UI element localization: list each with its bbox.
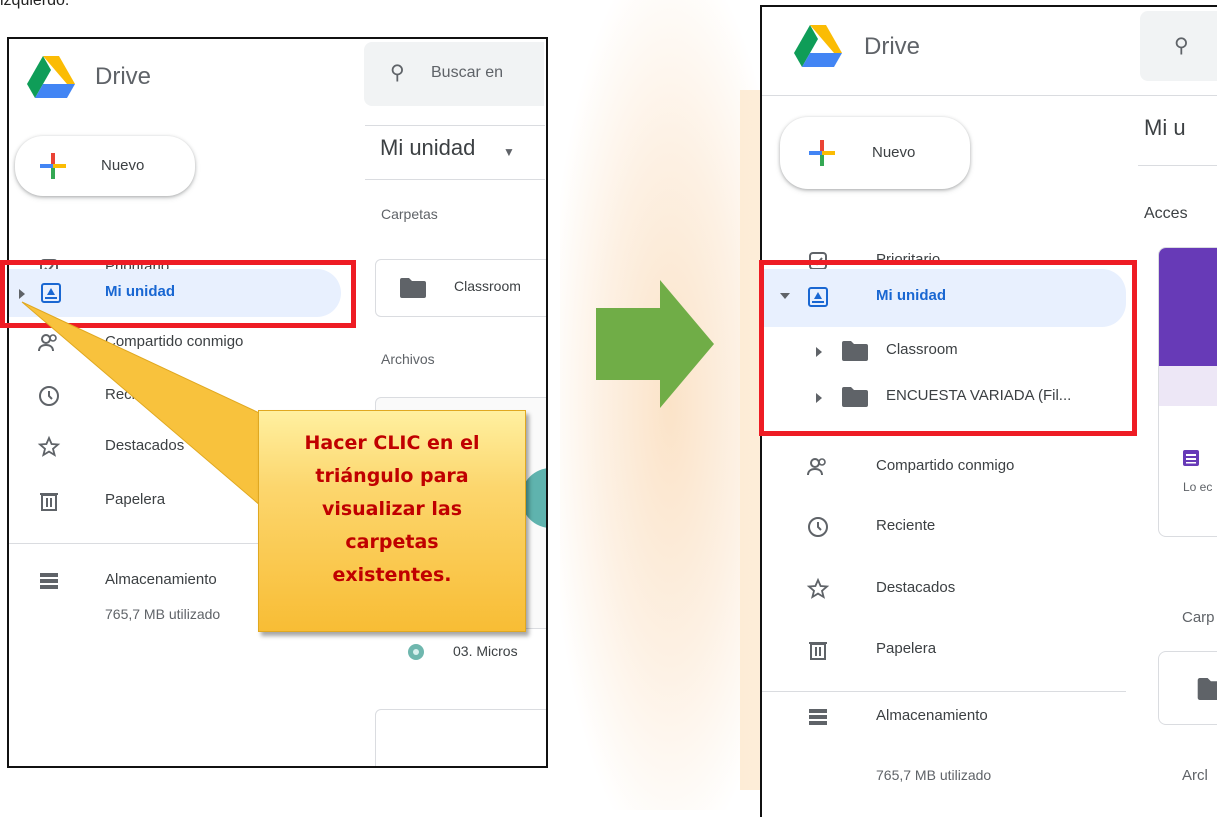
clock-icon: [808, 517, 828, 537]
files-label: Arcl: [1182, 767, 1208, 784]
people-icon: [807, 458, 826, 476]
nav-shared[interactable]: Compartido conmigo: [762, 443, 1126, 491]
nav-starred-label: Destacados: [876, 579, 956, 596]
folder-card[interactable]: [1158, 651, 1217, 725]
instruction-callout: Hacer CLIC en el triángulo para visualiz…: [258, 410, 526, 632]
storage-icon: [809, 709, 827, 725]
new-button-label: Nuevo: [872, 144, 916, 161]
nav-trash[interactable]: Papelera: [762, 626, 1126, 674]
storage-used: 765,7 MB utilizado: [876, 767, 992, 783]
folders-label: Carp: [1182, 609, 1215, 626]
highlight-box-right: [759, 260, 1137, 436]
search-bar[interactable]: ⚲: [1140, 11, 1217, 81]
folder-icon: [1197, 678, 1217, 700]
callout-line-4: carpetas: [345, 531, 439, 553]
card-text: Lo ec: [1183, 480, 1213, 494]
new-button[interactable]: Nuevo: [780, 117, 970, 189]
forms-icon: [1183, 450, 1199, 466]
trash-icon: [809, 642, 827, 660]
title-divider: [1138, 165, 1217, 166]
arrow-right-icon: [596, 280, 714, 408]
star-icon: [806, 577, 830, 599]
nav-shared-label: Compartido conmigo: [876, 457, 1015, 474]
nav-trash-label: Papelera: [876, 640, 937, 657]
card-thumbnail-footer: [1159, 366, 1217, 406]
quick-access-label: Acces: [1144, 205, 1188, 222]
search-icon[interactable]: ⚲: [1174, 33, 1189, 58]
card-thumbnail: [1159, 248, 1217, 366]
nav-storage[interactable]: Almacenamiento: [762, 693, 1126, 741]
callout-line-2: triángulo para: [315, 465, 469, 487]
nav-divider: [762, 691, 1126, 692]
nav-starred[interactable]: Destacados: [762, 565, 1126, 613]
nav-storage-label: Almacenamiento: [876, 707, 988, 724]
plus-icon: [809, 140, 835, 166]
nav-recent[interactable]: Reciente: [762, 503, 1126, 551]
callout-line-3: visualizar las: [321, 498, 463, 520]
main-title: Mi u: [1144, 115, 1186, 140]
quick-access-card[interactable]: Lo ec: [1158, 247, 1217, 537]
callout-line-1: Hacer CLIC en el: [304, 432, 480, 454]
header-divider: [762, 95, 1217, 96]
file-card-2[interactable]: [375, 709, 546, 766]
drive-logo-icon: [794, 25, 842, 67]
app-title: Drive: [864, 33, 921, 60]
callout-line-5: existentes.: [332, 564, 452, 586]
nav-recent-label: Reciente: [876, 517, 936, 534]
